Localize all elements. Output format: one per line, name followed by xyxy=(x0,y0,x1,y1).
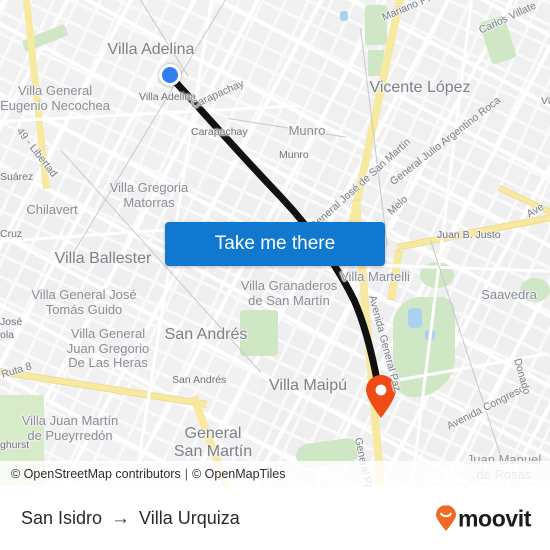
map-attribution: © OpenStreetMap contributors | © OpenMap… xyxy=(0,461,550,487)
trip-summary: San Isidro → Villa Urquiza xyxy=(21,508,240,530)
trip-destination: Villa Urquiza xyxy=(139,508,240,528)
origin-dot-icon[interactable] xyxy=(159,64,181,86)
destination-pin-icon[interactable] xyxy=(365,375,397,419)
arrow-right-icon: → xyxy=(111,507,131,529)
attribution-osm[interactable]: © OpenStreetMap contributors xyxy=(11,467,181,481)
trip-origin: San Isidro xyxy=(21,508,103,528)
trip-footer: San Isidro → Villa Urquiza moovit xyxy=(0,487,550,550)
moovit-logo[interactable]: moovit xyxy=(435,505,531,532)
attribution-tiles[interactable]: © OpenMapTiles xyxy=(192,467,286,481)
attribution-separator: | xyxy=(184,467,188,481)
moovit-trip-map-screen: Villa Adelina Villa General Eugenio Necoch… xyxy=(0,0,550,550)
moovit-pin-smile-logo-icon xyxy=(435,505,457,532)
map-canvas[interactable]: Villa Adelina Villa General Eugenio Necoch… xyxy=(0,0,550,487)
take-me-there-button[interactable]: Take me there xyxy=(165,222,385,266)
moovit-wordmark: moovit xyxy=(458,505,531,531)
